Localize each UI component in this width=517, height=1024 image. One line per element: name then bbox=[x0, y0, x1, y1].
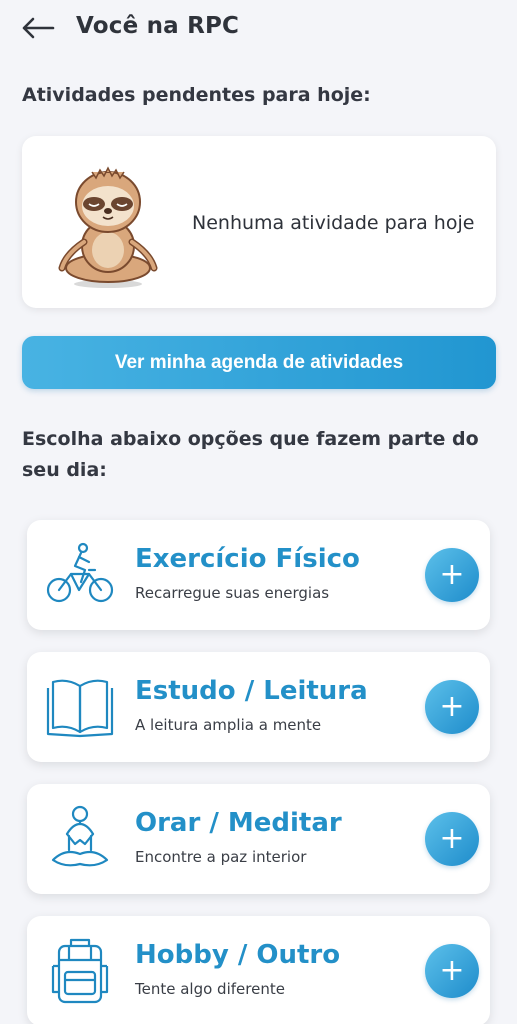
option-card-hobby[interactable]: Hobby / Outro Tente algo diferente + bbox=[27, 916, 490, 1024]
meditation-icon bbox=[51, 805, 109, 867]
add-hobby-button[interactable]: + bbox=[425, 944, 479, 998]
add-study-button[interactable]: + bbox=[425, 680, 479, 734]
meditating-sloth-illustration bbox=[58, 166, 158, 288]
bicycle-icon bbox=[46, 542, 114, 603]
option-subtitle: A leitura amplia a mente bbox=[135, 716, 322, 734]
option-title: Hobby / Outro bbox=[135, 940, 341, 970]
arrow-left-icon bbox=[22, 17, 55, 39]
empty-activities-message: Nenhuma atividade para hoje bbox=[192, 212, 475, 234]
open-book-icon bbox=[46, 679, 114, 738]
option-subtitle: Recarregue suas energias bbox=[135, 584, 330, 602]
plus-icon: + bbox=[439, 821, 465, 856]
plus-icon: + bbox=[439, 557, 465, 592]
page-title: Você na RPC bbox=[76, 13, 240, 39]
option-subtitle: Encontre a paz interior bbox=[135, 848, 307, 866]
option-card-meditate[interactable]: Orar / Meditar Encontre a paz interior + bbox=[27, 784, 490, 894]
app-header: Você na RPC bbox=[0, 0, 517, 58]
plus-icon: + bbox=[439, 953, 465, 988]
plus-icon: + bbox=[439, 689, 465, 724]
option-subtitle: Tente algo diferente bbox=[135, 980, 285, 998]
option-card-study[interactable]: Estudo / Leitura A leitura amplia a ment… bbox=[27, 652, 490, 762]
empty-activities-card: Nenhuma atividade para hoje bbox=[22, 136, 496, 308]
back-button[interactable] bbox=[20, 14, 56, 42]
view-agenda-button[interactable]: Ver minha agenda de atividades bbox=[22, 336, 496, 389]
add-meditate-button[interactable]: + bbox=[425, 812, 479, 866]
option-title: Exercício Físico bbox=[135, 544, 360, 574]
pending-activities-title: Atividades pendentes para hoje: bbox=[22, 84, 371, 106]
option-card-exercise[interactable]: Exercício Físico Recarregue suas energia… bbox=[27, 520, 490, 630]
add-exercise-button[interactable]: + bbox=[425, 548, 479, 602]
choose-options-title: Escolha abaixo opções que fazem parte do… bbox=[22, 428, 479, 481]
option-title: Estudo / Leitura bbox=[135, 676, 368, 706]
backpack-icon bbox=[51, 938, 109, 1004]
option-title: Orar / Meditar bbox=[135, 808, 342, 838]
